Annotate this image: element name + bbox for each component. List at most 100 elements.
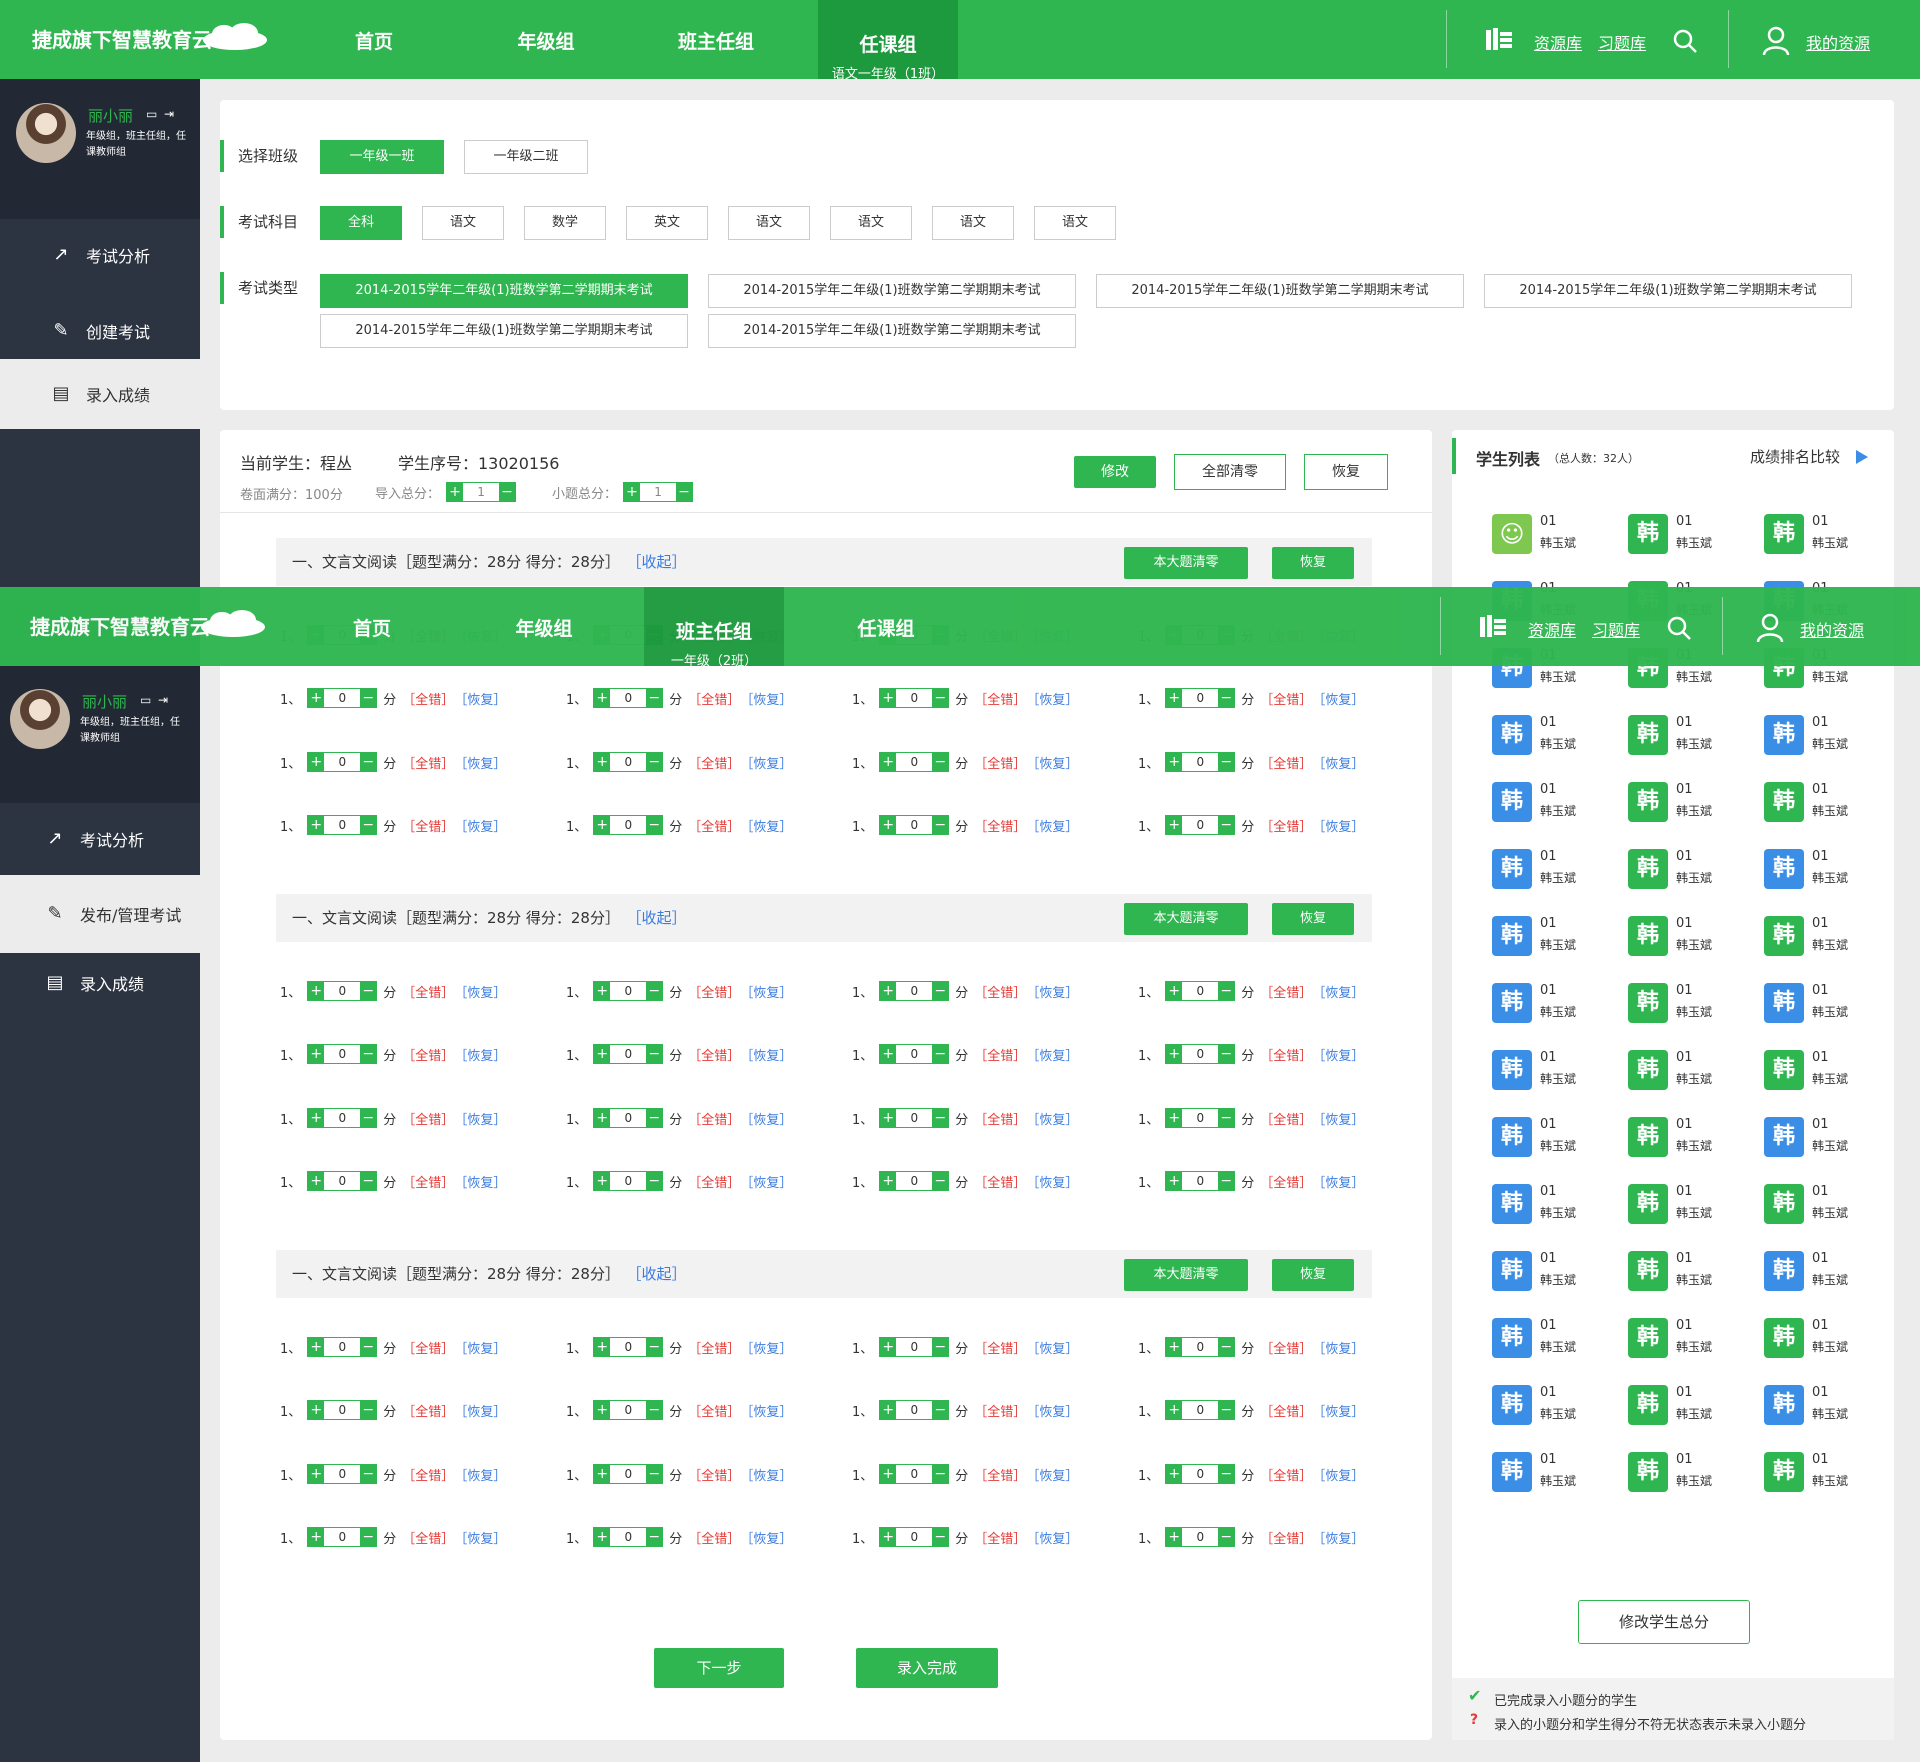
score-stepper[interactable]: +0− bbox=[879, 752, 950, 772]
score-value[interactable]: 0 bbox=[896, 1172, 933, 1190]
score-stepper[interactable]: +0− bbox=[593, 1108, 664, 1128]
restore-link[interactable]: ［恢复］ bbox=[1312, 689, 1364, 708]
plus-icon[interactable]: + bbox=[1166, 982, 1183, 1000]
score-stepper[interactable]: +0− bbox=[879, 1171, 950, 1191]
plus-icon[interactable]: + bbox=[594, 982, 611, 1000]
student-card[interactable]: 韩 01 韩玉斌 bbox=[1492, 1245, 1602, 1295]
nav-home[interactable]: 首页 bbox=[302, 587, 442, 666]
score-value[interactable]: 0 bbox=[324, 1109, 361, 1127]
sidebar-item-enter-scores[interactable]: ▤ 录入成绩 bbox=[0, 953, 200, 1013]
score-value[interactable]: 0 bbox=[610, 1338, 647, 1356]
restore-link[interactable]: ［恢复］ bbox=[1312, 753, 1364, 772]
avatar[interactable] bbox=[16, 103, 76, 163]
score-value[interactable]: 0 bbox=[610, 1528, 647, 1546]
restore-link[interactable]: ［恢复］ bbox=[454, 1045, 506, 1064]
restore-link[interactable]: ［恢复］ bbox=[1312, 1109, 1364, 1128]
score-value[interactable]: 0 bbox=[324, 753, 361, 771]
all-wrong-link[interactable]: ［全错］ bbox=[974, 982, 1026, 1001]
restore-button[interactable]: 恢复 bbox=[1304, 454, 1388, 490]
score-stepper[interactable]: +0− bbox=[307, 1108, 378, 1128]
subject-option[interactable]: 语文 bbox=[422, 206, 504, 240]
score-value[interactable]: 0 bbox=[610, 1401, 647, 1419]
score-value[interactable]: 0 bbox=[1182, 1465, 1219, 1483]
score-value[interactable]: 0 bbox=[610, 982, 647, 1000]
student-card[interactable]: 韩 01 韩玉斌 bbox=[1764, 709, 1874, 759]
score-stepper[interactable]: +0− bbox=[1165, 981, 1236, 1001]
score-stepper[interactable]: +0− bbox=[593, 1400, 664, 1420]
subject-option[interactable]: 语文 bbox=[728, 206, 810, 240]
collapse-link[interactable]: ［收起］ bbox=[634, 909, 687, 927]
class-option[interactable]: 一年级二班 bbox=[464, 140, 588, 174]
all-wrong-link[interactable]: ［全错］ bbox=[688, 1528, 740, 1547]
minus-icon[interactable]: − bbox=[1218, 1338, 1235, 1356]
score-value[interactable]: 0 bbox=[610, 1045, 647, 1063]
import-total-stepper[interactable]: +1− bbox=[446, 482, 517, 502]
plus-icon[interactable]: + bbox=[594, 753, 611, 771]
student-card[interactable]: 韩 01 韩玉斌 bbox=[1492, 1312, 1602, 1362]
restore-link[interactable]: ［恢复］ bbox=[1026, 1172, 1078, 1191]
plus-icon[interactable]: + bbox=[308, 1172, 325, 1190]
score-value[interactable]: 0 bbox=[1182, 816, 1219, 834]
score-stepper[interactable]: +0− bbox=[593, 688, 664, 708]
score-value[interactable]: 0 bbox=[324, 1045, 361, 1063]
nav-grade-group[interactable]: 年级组 bbox=[476, 0, 616, 79]
minus-icon[interactable]: − bbox=[360, 1109, 377, 1127]
plus-icon[interactable]: + bbox=[624, 483, 641, 501]
all-wrong-link[interactable]: ［全错］ bbox=[974, 1109, 1026, 1128]
minus-icon[interactable]: − bbox=[1218, 753, 1235, 771]
message-icon[interactable]: ▭ bbox=[140, 693, 151, 707]
subject-option[interactable]: 语文 bbox=[830, 206, 912, 240]
minus-icon[interactable]: − bbox=[646, 1109, 663, 1127]
minus-icon[interactable]: − bbox=[932, 1109, 949, 1127]
nav-class-teacher[interactable]: 班主任组 一年级（2班） bbox=[644, 587, 784, 669]
restore-link[interactable]: ［恢复］ bbox=[1312, 1528, 1364, 1547]
student-card[interactable]: 韩 01 韩玉斌 bbox=[1628, 1111, 1738, 1161]
restore-link[interactable]: ［恢复］ bbox=[454, 816, 506, 835]
plus-icon[interactable]: + bbox=[1166, 816, 1183, 834]
restore-link[interactable]: ［恢复］ bbox=[740, 1465, 792, 1484]
exam-type-option[interactable]: 2014-2015学年二年级(1)班数学第二学期期末考试 bbox=[320, 314, 688, 348]
minus-icon[interactable]: − bbox=[646, 1401, 663, 1419]
score-value[interactable]: 0 bbox=[896, 1045, 933, 1063]
plus-icon[interactable]: + bbox=[308, 816, 325, 834]
score-stepper[interactable]: +0− bbox=[879, 1527, 950, 1547]
minus-icon[interactable]: − bbox=[1218, 1465, 1235, 1483]
score-stepper[interactable]: +0− bbox=[879, 1400, 950, 1420]
score-value[interactable]: 0 bbox=[1182, 689, 1219, 707]
score-value[interactable]: 0 bbox=[1182, 753, 1219, 771]
all-wrong-link[interactable]: ［全错］ bbox=[688, 1109, 740, 1128]
score-value[interactable]: 0 bbox=[1182, 1528, 1219, 1546]
nav-subject-teacher[interactable]: 任课组 语文一年级（1班） bbox=[818, 0, 958, 82]
score-stepper[interactable]: +0− bbox=[1165, 1108, 1236, 1128]
plus-icon[interactable]: + bbox=[594, 1338, 611, 1356]
minus-icon[interactable]: − bbox=[1218, 1401, 1235, 1419]
plus-icon[interactable]: + bbox=[594, 1172, 611, 1190]
restore-link[interactable]: ［恢复］ bbox=[1026, 753, 1078, 772]
minus-icon[interactable]: − bbox=[646, 816, 663, 834]
score-value[interactable]: 0 bbox=[896, 982, 933, 1000]
minus-icon[interactable]: − bbox=[360, 816, 377, 834]
plus-icon[interactable]: + bbox=[308, 689, 325, 707]
all-wrong-link[interactable]: ［全错］ bbox=[974, 1465, 1026, 1484]
exam-type-option[interactable]: 2014-2015学年二年级(1)班数学第二学期期末考试 bbox=[1096, 274, 1464, 308]
logout-icon[interactable]: ⇥ bbox=[164, 107, 174, 121]
all-wrong-link[interactable]: ［全错］ bbox=[402, 1465, 454, 1484]
restore-link[interactable]: ［恢复］ bbox=[1312, 1172, 1364, 1191]
minus-icon[interactable]: − bbox=[1218, 1528, 1235, 1546]
minus-icon[interactable]: − bbox=[1218, 1045, 1235, 1063]
minus-icon[interactable]: − bbox=[932, 982, 949, 1000]
student-card[interactable]: 韩 01 韩玉斌 bbox=[1492, 1044, 1602, 1094]
student-card[interactable]: 韩 01 韩玉斌 bbox=[1628, 1312, 1738, 1362]
score-stepper[interactable]: +0− bbox=[593, 815, 664, 835]
minus-icon[interactable]: − bbox=[932, 1045, 949, 1063]
restore-link[interactable]: ［恢复］ bbox=[740, 1045, 792, 1064]
score-stepper[interactable]: +0− bbox=[879, 981, 950, 1001]
subject-option[interactable]: 英文 bbox=[626, 206, 708, 240]
restore-link[interactable]: ［恢复］ bbox=[1312, 1401, 1364, 1420]
score-stepper[interactable]: +0− bbox=[593, 1527, 664, 1547]
student-card[interactable]: 韩 01 韩玉斌 bbox=[1492, 843, 1602, 893]
minus-icon[interactable]: − bbox=[932, 1528, 949, 1546]
score-stepper[interactable]: +0− bbox=[879, 688, 950, 708]
exercises-link[interactable]: 习题库 bbox=[1592, 617, 1640, 641]
exercises-link[interactable]: 习题库 bbox=[1598, 30, 1646, 54]
